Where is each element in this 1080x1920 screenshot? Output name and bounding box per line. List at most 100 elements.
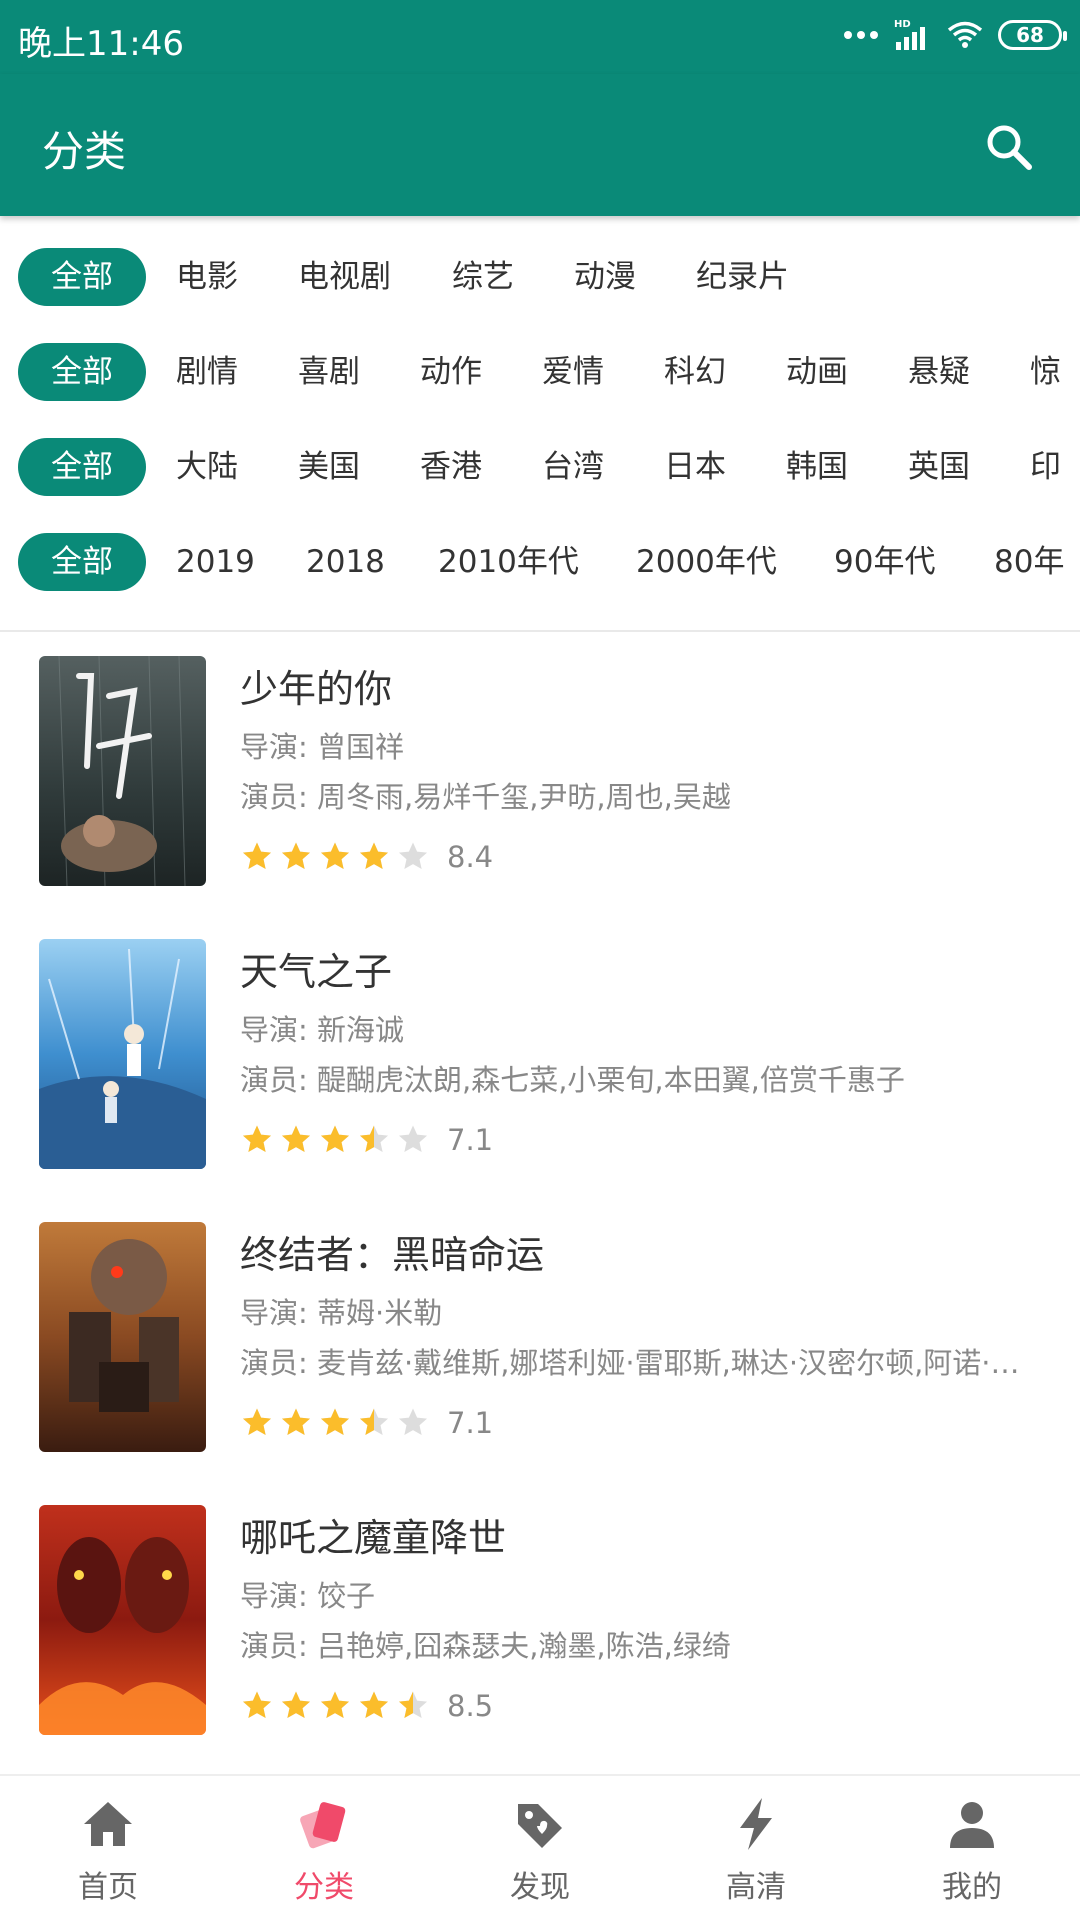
filter-type-all[interactable]: 全部 — [18, 248, 146, 306]
nav-category-label: 分类 — [294, 1870, 354, 1905]
filter-type-anime[interactable]: 动漫 — [574, 248, 636, 306]
movie-rating: 7.1 — [240, 1406, 493, 1440]
filter-year-all[interactable]: 全部 — [18, 533, 146, 591]
movie-list: 少年的你 导演: 曾国祥 演员: 周冬雨,易烊千玺,尹昉,周也,吴越 8.4 天… — [0, 632, 1080, 1774]
discover-tag-icon — [518, 1804, 562, 1848]
profile-icon — [950, 1802, 994, 1848]
filter-genre-drama[interactable]: 剧情 — [176, 343, 238, 401]
filter-year-2019[interactable]: 2019 — [176, 533, 255, 591]
movie-director: 导演: 饺子 — [240, 1579, 375, 1613]
signal-icon: HD — [894, 19, 925, 50]
movie-item[interactable]: 少年的你 导演: 曾国祥 演员: 周冬雨,易烊千玺,尹昉,周也,吴越 8.4 — [0, 632, 1080, 915]
movie-director: 导演: 曾国祥 — [240, 730, 404, 764]
filter-region-all[interactable]: 全部 — [18, 438, 146, 496]
hd-lightning-icon — [740, 1798, 772, 1850]
movie-rating: 8.4 — [240, 840, 493, 874]
filter-region-korea[interactable]: 韩国 — [786, 438, 848, 496]
nav-discover-label: 发现 — [510, 1870, 570, 1905]
filter-year-2010s[interactable]: 2010年代 — [438, 533, 579, 591]
nav-hd[interactable]: 高清 — [648, 1776, 864, 1920]
star-icon — [242, 1408, 272, 1436]
movie-title: 天气之子 — [240, 950, 393, 994]
filter-row-region: 全部 大陆 美国 香港 台湾 日本 韩国 英国 印 — [0, 438, 1080, 498]
star-icon — [320, 1408, 350, 1436]
filter-year-80s[interactable]: 80年 — [994, 533, 1064, 591]
filter-type-tv[interactable]: 电视剧 — [298, 248, 391, 306]
filter-genre-all[interactable]: 全部 — [18, 343, 146, 401]
more-dots-icon — [844, 31, 878, 39]
filter-region-india[interactable]: 印 — [1030, 438, 1061, 496]
filter-year-2018[interactable]: 2018 — [306, 533, 385, 591]
filter-genre-mystery[interactable]: 悬疑 — [908, 343, 970, 401]
filter-region-hongkong[interactable]: 香港 — [420, 438, 482, 496]
bottom-nav: 首页 分类 发现 高清 我的 — [0, 1774, 1080, 1920]
filter-row-genre: 全部 剧情 喜剧 动作 爱情 科幻 动画 悬疑 惊 — [0, 343, 1080, 403]
star-icon — [242, 842, 272, 870]
star-icon — [320, 1691, 350, 1719]
star-icon — [281, 1125, 311, 1153]
svg-text:HD: HD — [894, 19, 911, 30]
star-icon — [359, 1408, 389, 1436]
nav-category[interactable]: 分类 — [216, 1776, 432, 1920]
filter-year-2000s[interactable]: 2000年代 — [636, 533, 777, 591]
filter-genre-animation[interactable]: 动画 — [786, 343, 848, 401]
star-icon — [242, 1125, 272, 1153]
movie-director: 导演: 新海诚 — [240, 1013, 404, 1047]
filter-type-movie[interactable]: 电影 — [176, 248, 238, 306]
star-icon — [398, 842, 428, 870]
status-bar: 晚上11:46 HD 68 — [0, 0, 1080, 74]
movie-poster — [39, 939, 206, 1169]
page-title: 分类 — [42, 127, 127, 176]
nav-hd-label: 高清 — [726, 1870, 786, 1905]
filter-genre-comedy[interactable]: 喜剧 — [298, 343, 360, 401]
movie-rating: 7.1 — [240, 1123, 493, 1157]
movie-score: 8.4 — [447, 840, 494, 874]
filter-row-year: 全部 2019 2018 2010年代 2000年代 90年代 80年 — [0, 533, 1080, 593]
movie-title: 哪吒之魔童降世 — [240, 1516, 507, 1560]
movie-item[interactable]: 终结者：黑暗命运 导演: 蒂姆·米勒 演员: 麦肯兹·戴维斯,娜塔利娅·雷耶斯,… — [0, 1198, 1080, 1481]
star-icon — [281, 1408, 311, 1436]
movie-rating: 8.5 — [240, 1689, 493, 1723]
nav-home[interactable]: 首页 — [0, 1776, 216, 1920]
movie-poster — [39, 1222, 206, 1452]
filter-region-japan[interactable]: 日本 — [664, 438, 726, 496]
star-icon — [359, 1125, 389, 1153]
home-icon — [84, 1802, 132, 1846]
nav-discover[interactable]: 发现 — [432, 1776, 648, 1920]
nav-profile-label: 我的 — [942, 1870, 1002, 1905]
filter-region-uk[interactable]: 英国 — [908, 438, 970, 496]
filter-region-mainland[interactable]: 大陆 — [176, 438, 238, 496]
movie-poster — [39, 656, 206, 886]
filter-type-documentary[interactable]: 纪录片 — [696, 248, 789, 306]
movie-item[interactable]: 天气之子 导演: 新海诚 演员: 醍醐虎汰朗,森七菜,小栗旬,本田翼,倍赏千惠子… — [0, 915, 1080, 1198]
star-icon — [359, 1691, 389, 1719]
star-icon — [320, 842, 350, 870]
movie-actors: 演员: 吕艳婷,囧森瑟夫,瀚墨,陈浩,绿绮 — [240, 1629, 731, 1663]
filter-row-type: 全部 电影 电视剧 综艺 动漫 纪录片 — [0, 248, 1080, 308]
filter-type-variety[interactable]: 综艺 — [452, 248, 514, 306]
movie-actors: 演员: 醍醐虎汰朗,森七菜,小栗旬,本田翼,倍赏千惠子 — [240, 1063, 905, 1097]
movie-actors: 演员: 麦肯兹·戴维斯,娜塔利娅·雷耶斯,琳达·汉密尔顿,阿诺·施瓦辛格 — [240, 1346, 1045, 1380]
filter-genre-scifi[interactable]: 科幻 — [664, 343, 726, 401]
movie-title: 终结者：黑暗命运 — [240, 1233, 545, 1277]
movie-poster — [39, 1505, 206, 1735]
filter-region-usa[interactable]: 美国 — [298, 438, 360, 496]
star-icon — [281, 1691, 311, 1719]
filter-genre-romance[interactable]: 爱情 — [542, 343, 604, 401]
search-icon[interactable] — [982, 120, 1036, 174]
star-icon — [398, 1408, 428, 1436]
star-icon — [398, 1125, 428, 1153]
filter-year-90s[interactable]: 90年代 — [834, 533, 935, 591]
filter-region-taiwan[interactable]: 台湾 — [542, 438, 604, 496]
nav-home-label: 首页 — [78, 1870, 138, 1905]
status-icons: HD 68 — [844, 18, 1067, 52]
movie-title: 少年的你 — [240, 667, 393, 711]
movie-score: 8.5 — [447, 1689, 494, 1723]
star-icon — [242, 1691, 272, 1719]
filter-genre-action[interactable]: 动作 — [420, 343, 482, 401]
filter-genre-thriller[interactable]: 惊 — [1030, 343, 1061, 401]
movie-actors: 演员: 周冬雨,易烊千玺,尹昉,周也,吴越 — [240, 780, 731, 814]
movie-item[interactable]: 哪吒之魔童降世 导演: 饺子 演员: 吕艳婷,囧森瑟夫,瀚墨,陈浩,绿绮 8.5 — [0, 1481, 1080, 1764]
movie-director: 导演: 蒂姆·米勒 — [240, 1296, 443, 1330]
nav-profile[interactable]: 我的 — [864, 1776, 1080, 1920]
